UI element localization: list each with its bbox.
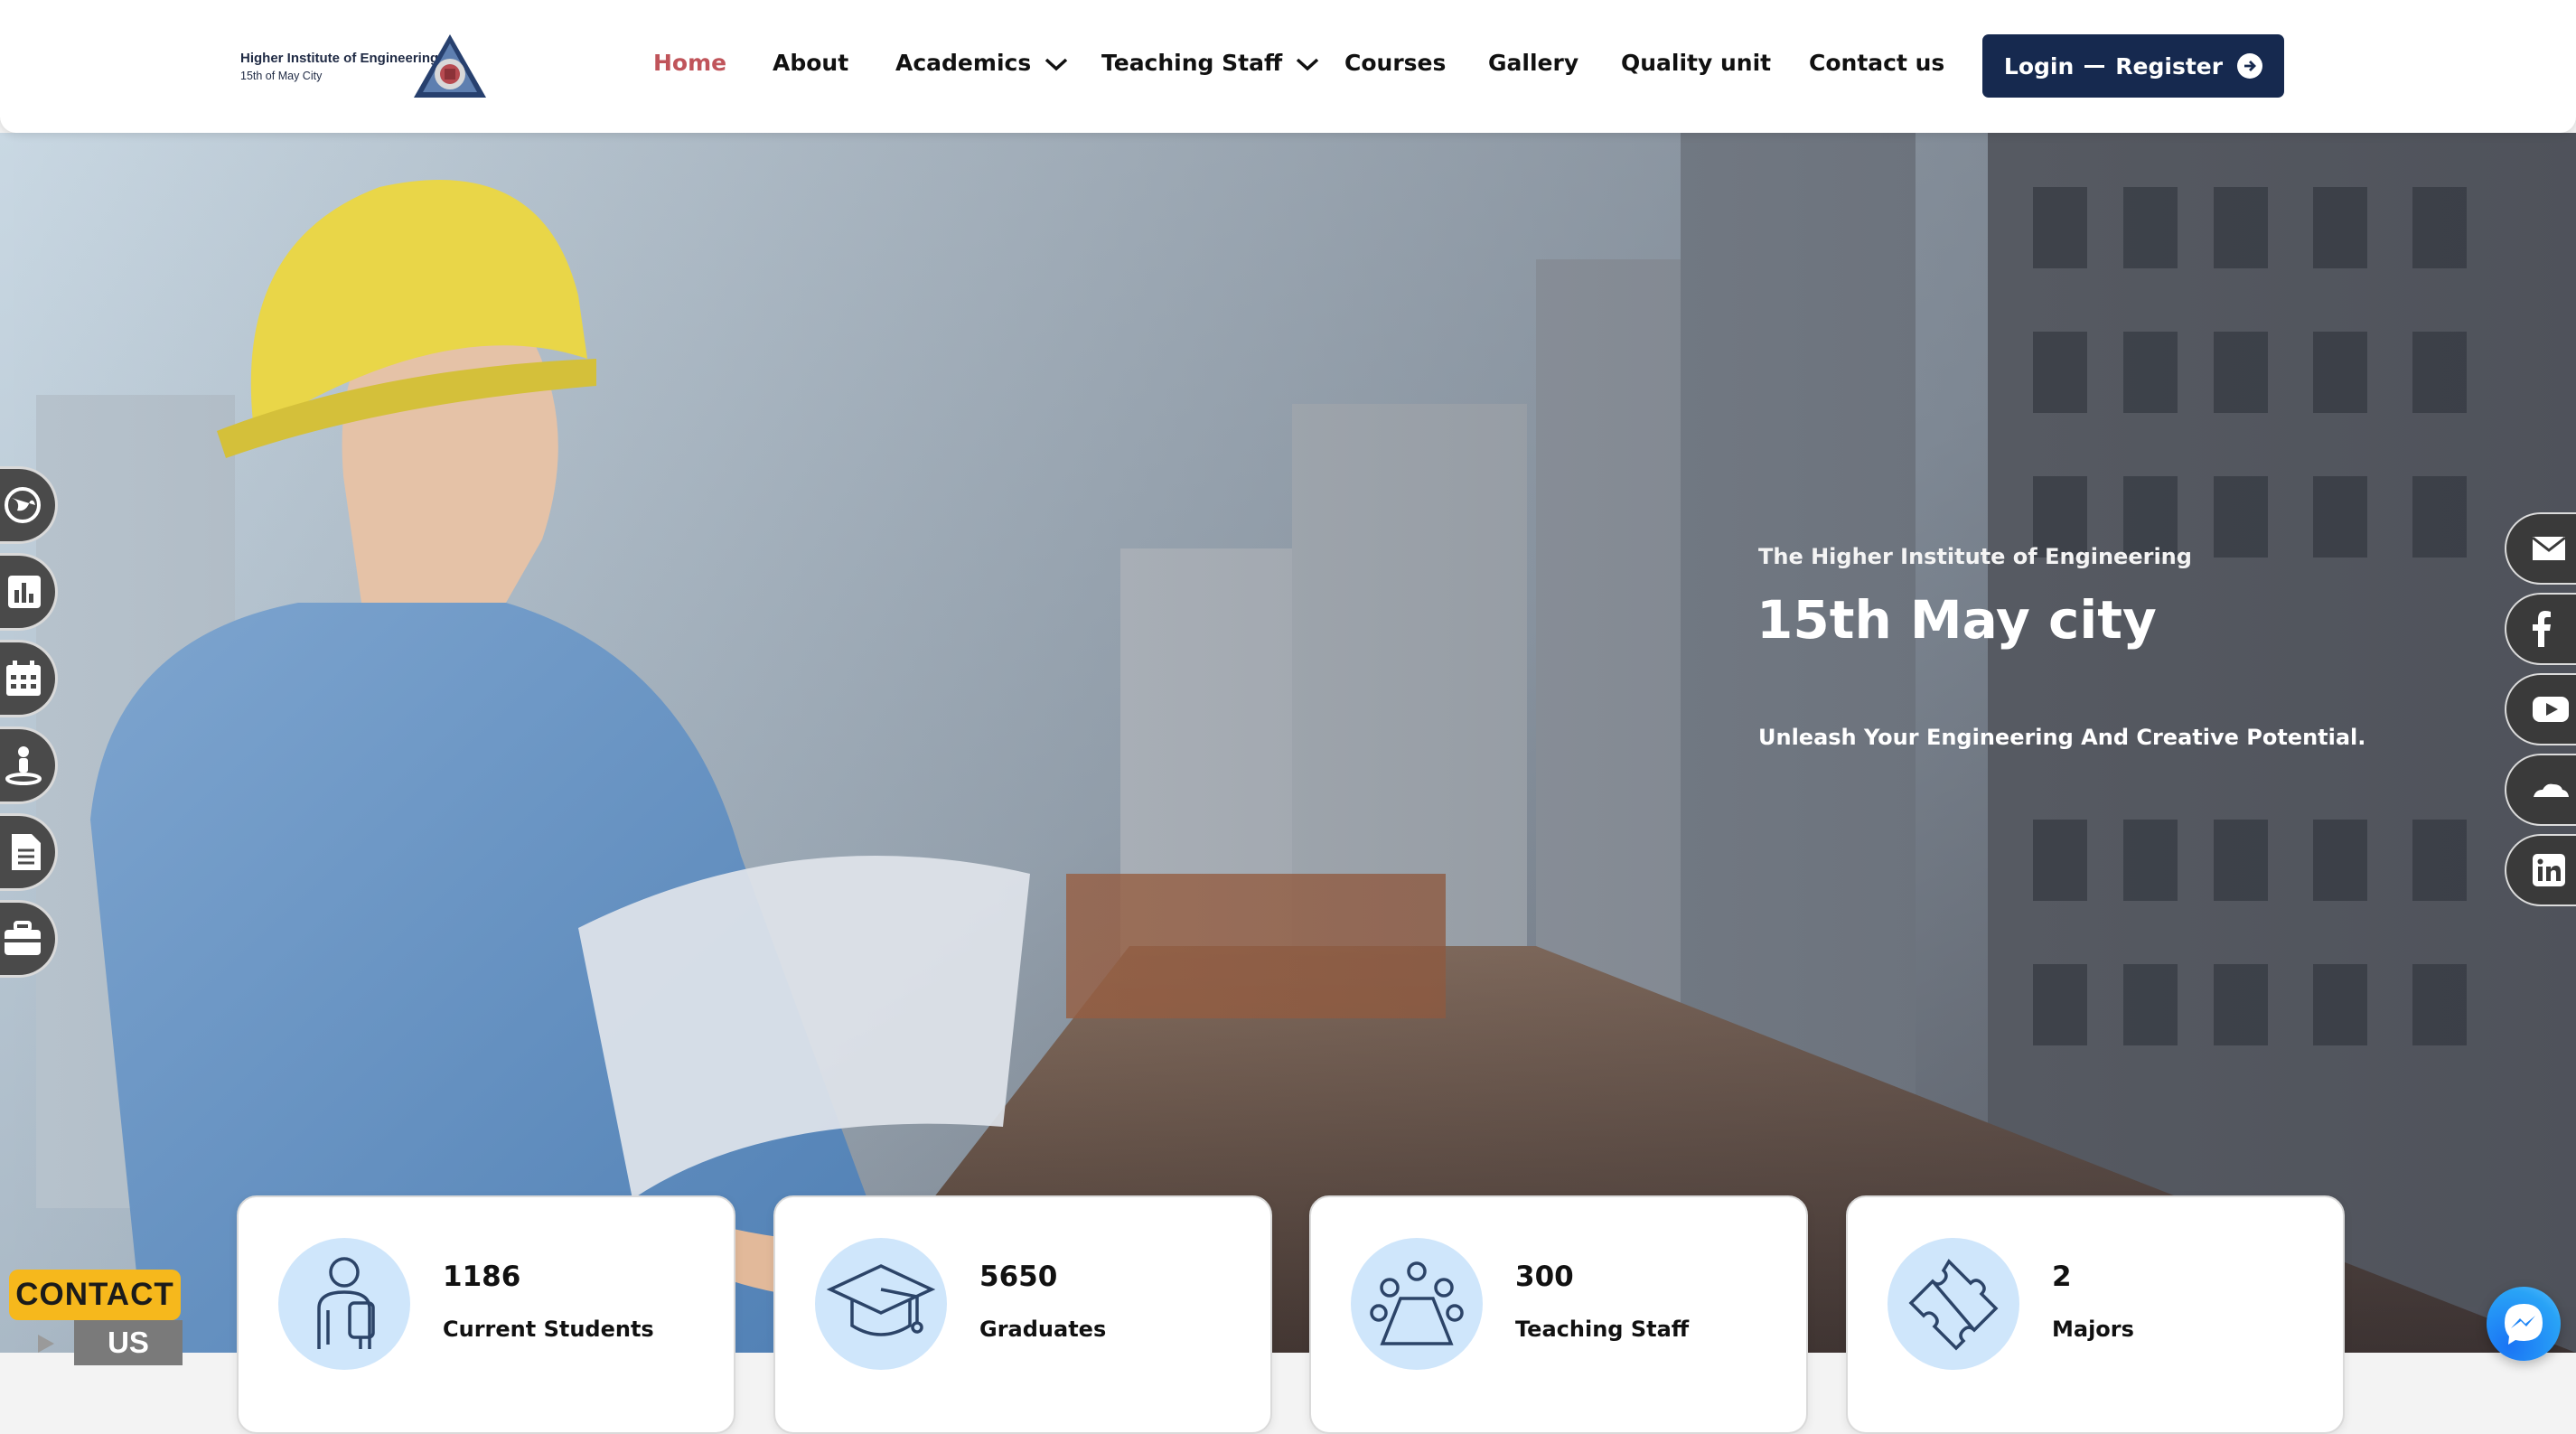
messenger-chat-button[interactable] — [2487, 1287, 2561, 1361]
stat-value: 2 — [2052, 1261, 2072, 1293]
login-label: Login — [2003, 52, 2075, 80]
social-youtube[interactable] — [2505, 673, 2576, 745]
puzzle-icon — [1908, 1259, 1999, 1351]
document-icon — [12, 834, 41, 870]
social-facebook[interactable] — [2505, 593, 2576, 665]
stat-card-graduates: 5650 Graduates — [773, 1195, 1272, 1434]
nav-gallery[interactable]: Gallery — [1488, 50, 1578, 76]
stat-value: 300 — [1515, 1261, 1574, 1293]
stat-label: Graduates — [979, 1317, 1107, 1342]
student-icon — [317, 1257, 375, 1349]
chevron-down-icon — [1044, 58, 1068, 71]
logo-subtitle: 15th of May City — [240, 70, 323, 82]
contact-us-badge[interactable]: CONTACT US — [9, 1270, 203, 1369]
stat-label: Current Students — [443, 1317, 654, 1342]
nav-courses[interactable]: Courses — [1344, 50, 1446, 76]
hero-banner: The Higher Institute of Engineering 15th… — [0, 133, 2576, 1353]
meeting-icon — [1370, 1261, 1464, 1345]
briefcase-icon — [5, 921, 41, 955]
nav-about[interactable]: About — [773, 50, 848, 76]
nav-teaching-staff-label: Teaching Staff — [1101, 50, 1283, 76]
youtube-icon — [2533, 697, 2569, 722]
facebook-icon — [2533, 611, 2551, 647]
email-icon — [2532, 536, 2566, 560]
nav-contact-us[interactable]: Contact us — [1809, 50, 1944, 76]
stat-card-teaching-staff: 300 Teaching Staff — [1309, 1195, 1808, 1434]
hero-title: 15th May city — [1756, 589, 2157, 651]
arrow-right-circle-icon — [2237, 53, 2263, 79]
bar-chart-icon — [8, 576, 41, 608]
messenger-icon — [2505, 1304, 2543, 1345]
linkedin-icon — [2533, 854, 2565, 886]
stat-card-students: 1186 Current Students — [237, 1195, 735, 1434]
stat-value: 1186 — [443, 1261, 521, 1293]
stat-value: 5650 — [979, 1261, 1058, 1293]
contact-badge-top: CONTACT — [9, 1270, 181, 1320]
register-label: Register — [2115, 52, 2224, 80]
nav-academics[interactable]: Academics — [895, 50, 1068, 76]
institute-logo[interactable]: Higher Institute of Engineering 15th of … — [240, 33, 490, 99]
stat-label: Teaching Staff — [1515, 1317, 1690, 1342]
social-cloud[interactable] — [2505, 754, 2576, 826]
hero-tagline: Unleash Your Engineering And Creative Po… — [1758, 725, 2366, 750]
hero-subtitle: The Higher Institute of Engineering — [1758, 544, 2192, 569]
social-linkedin[interactable] — [2505, 834, 2576, 906]
login-register-button[interactable]: Login Register — [1982, 34, 2284, 98]
play-icon — [38, 1335, 54, 1353]
globe-icon — [5, 487, 41, 523]
chevron-down-icon — [1296, 58, 1319, 71]
social-email[interactable] — [2505, 512, 2576, 585]
nav-quality-unit[interactable]: Quality unit — [1621, 50, 1771, 76]
site-header: Higher Institute of Engineering 15th of … — [0, 0, 2576, 133]
graduation-cap-icon — [827, 1264, 935, 1336]
calendar-icon — [6, 661, 41, 696]
cloud-icon — [2534, 783, 2569, 797]
nav-home[interactable]: Home — [653, 50, 726, 76]
stat-card-majors: 2 Majors — [1846, 1195, 2345, 1434]
stat-label: Majors — [2052, 1317, 2134, 1342]
logo-title: Higher Institute of Engineering — [240, 51, 439, 66]
contact-badge-bottom: US — [74, 1320, 183, 1365]
nav-teaching-staff[interactable]: Teaching Staff — [1101, 50, 1319, 76]
nav-academics-label: Academics — [895, 50, 1032, 76]
person-location-icon — [5, 746, 42, 785]
separator-dash — [2084, 64, 2105, 68]
logo-emblem-icon — [414, 34, 486, 98]
